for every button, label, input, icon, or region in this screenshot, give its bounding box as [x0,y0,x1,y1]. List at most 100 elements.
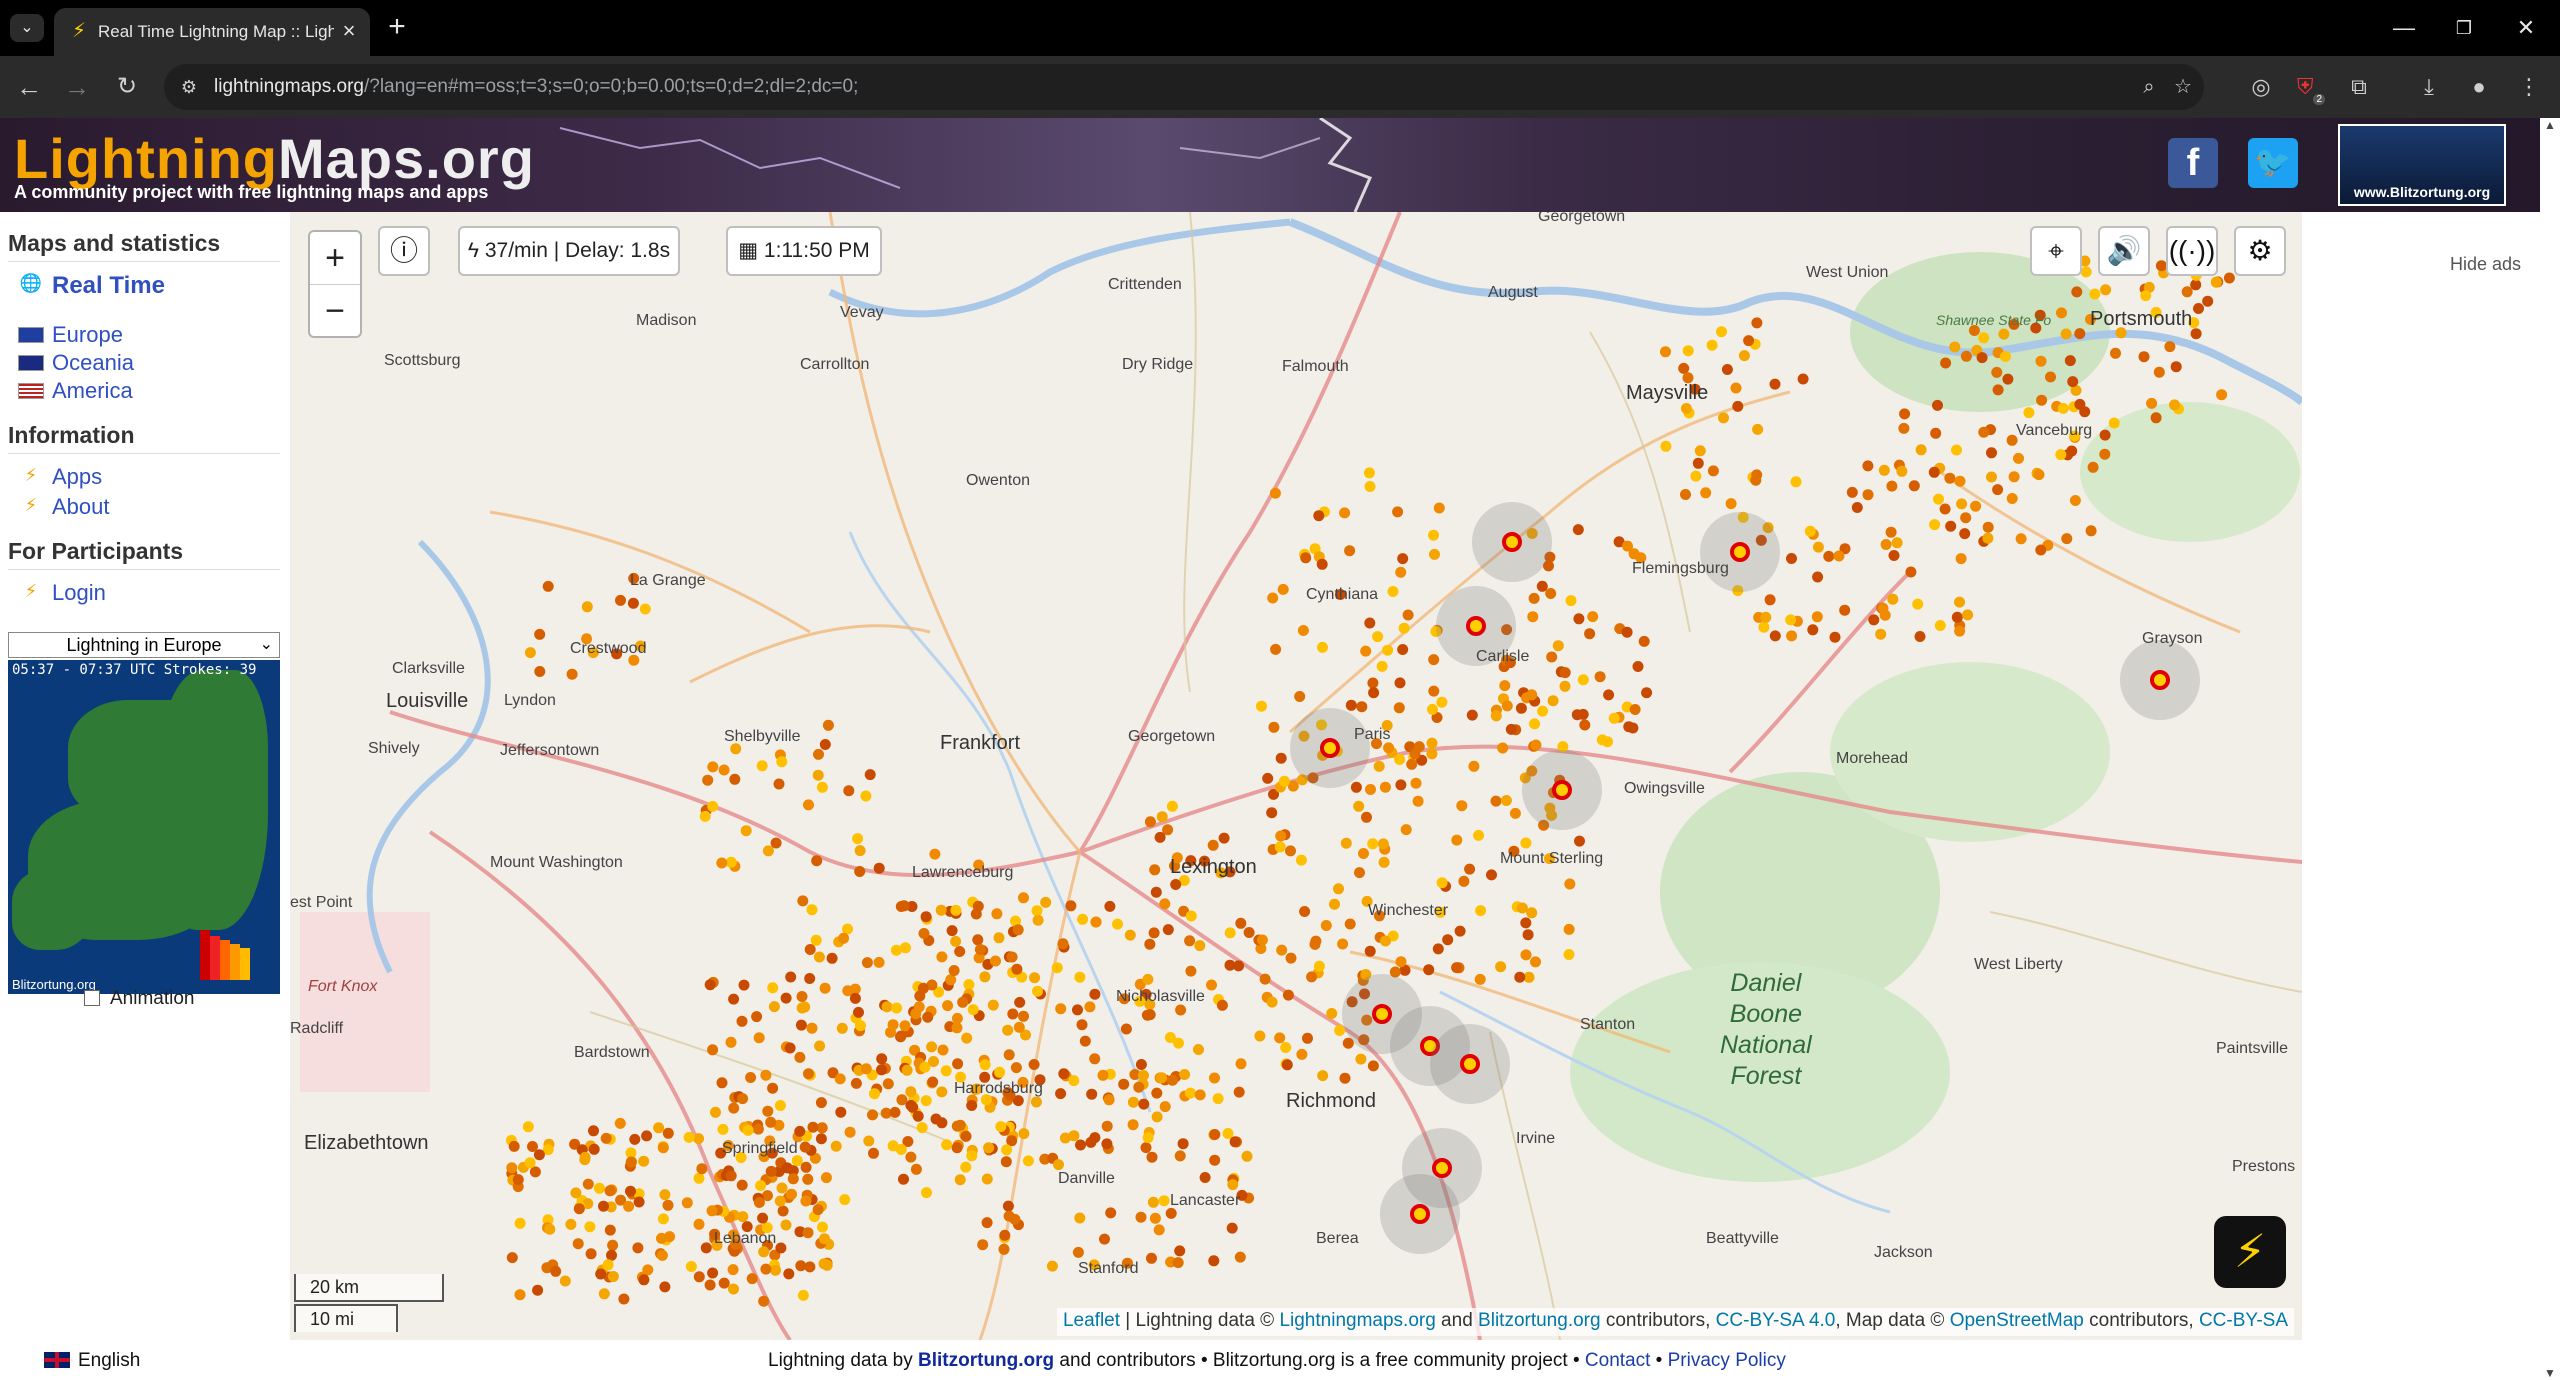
sidebar-item-about[interactable]: About [52,494,110,520]
language-switcher[interactable]: English [44,1350,140,1372]
menu-kebab-icon[interactable]: ⋮ [2512,70,2546,104]
stroke-rate-box: ϟ 37/min | Delay: 1.8s [458,226,680,276]
europe-mini-map[interactable]: 05:37 - 07:37 UTC Strokes: 39 Blitzortun… [8,660,280,994]
strike-dot [1743,335,1755,347]
blitzortung-logo[interactable]: www.Blitzortung.org [2338,124,2506,206]
place-label: Crittenden [1108,276,1182,293]
tab-close-icon[interactable]: × [336,18,362,44]
blitzortung-link[interactable]: Blitzortung.org [1478,1310,1601,1331]
license-link[interactable]: CC-BY-SA [2199,1310,2288,1331]
sidebar-item-realtime[interactable]: Real Time [52,272,165,300]
sidebar-item-europe[interactable]: Europe [52,322,123,348]
strike-dot [785,971,797,983]
strike-dot [936,951,948,963]
strike-dot [896,1094,908,1106]
profile-avatar[interactable]: ● [2462,70,2496,104]
locate-button[interactable]: ⌖ [2030,226,2082,276]
strike-dot [728,993,740,1005]
strike-dot [1046,1260,1058,1272]
address-bar[interactable]: ⚙ lightningmaps.org/?lang=en#m=oss;t=3;s… [164,64,2204,110]
page-scrollbar[interactable]: ▲ ▼ [2540,118,2560,1380]
forward-button[interactable]: → [60,70,94,104]
tab-list-button[interactable]: ⌄ [10,14,44,42]
back-button[interactable]: ← [12,70,46,104]
privacy-link[interactable]: Privacy Policy [1668,1350,1786,1371]
strike-dot [781,1162,793,1174]
stations-button[interactable]: ((·)) [2166,226,2218,276]
extensions-puzzle-icon[interactable]: ⧉ [2342,70,2376,104]
extension-ublock-icon[interactable]: ⛨2 [2294,70,2328,105]
strike-dot [797,895,809,907]
sidebar-item-apps[interactable]: Apps [52,464,102,490]
facebook-icon[interactable]: f [2168,138,2218,188]
strike-dot [1678,362,1690,374]
strike-dot [1530,956,1541,968]
strike-dot [693,1172,705,1184]
place-label: Vanceburg [2016,422,2093,439]
license-link[interactable]: CC-BY-SA 4.0 [1716,1310,1836,1331]
app-lightning-button[interactable]: ⚡ [2214,1216,2286,1288]
strike-dot [550,1265,562,1277]
browser-toolbar: ← → ↻ ⚙ lightningmaps.org/?lang=en#m=oss… [0,56,2560,118]
contact-link[interactable]: Contact [1585,1350,1650,1371]
strike-dot [936,1086,948,1098]
browser-tab-active[interactable]: ⚡ Real Time Lightning Map :: Lightning × [54,8,370,56]
strike-dot [1944,472,1956,484]
strike-dot [662,1199,674,1211]
sidebar-item-oceania[interactable]: Oceania [52,350,134,376]
zoom-out-button[interactable]: − [310,284,360,336]
close-window-button[interactable]: ✕ [2506,10,2546,46]
lightningmaps-link[interactable]: Lightningmaps.org [1279,1310,1435,1331]
strike-dot [742,1124,754,1136]
strike-dot [1716,326,1727,338]
place-label: Portsmouth [2090,308,2193,330]
info-button[interactable]: ⓘ [378,226,430,276]
sound-button[interactable]: 🔊 [2098,226,2150,276]
strike-dot [1970,500,1982,512]
strike-dot [1397,553,1409,565]
download-icon[interactable]: ⤓ [2412,70,2446,104]
hide-ads-link[interactable]: Hide ads [2450,254,2521,275]
twitter-icon[interactable]: 🐦 [2248,138,2298,188]
minimize-button[interactable]: — [2384,10,2424,46]
strike-dot [1577,674,1589,686]
sidebar-item-america[interactable]: America [52,378,133,404]
strike-dot [1797,373,1809,385]
strike-dot [1218,832,1230,844]
strike-dot [2193,303,2204,314]
sidebar-item-login[interactable]: Login [52,580,106,606]
strike-dot [1194,940,1206,952]
place-label: Paintsville [2216,1040,2289,1057]
zoom-icon[interactable]: ⌕ [2136,74,2162,100]
strike-dot [993,932,1005,944]
strike-dot [1334,1025,1346,1036]
strike-dot [1632,661,1644,672]
animation-checkbox[interactable]: Animation [84,988,195,1010]
strike-dot [524,647,536,659]
reload-button[interactable]: ↻ [110,70,144,104]
strike-dot [895,901,907,912]
strike-dot [1760,611,1772,623]
sidebar-heading-information: Information [8,422,280,454]
zoom-in-button[interactable]: + [310,232,360,284]
site-info-icon[interactable]: ⚙ [178,76,200,98]
lightning-icon: ϟ [467,239,485,262]
restore-button[interactable]: ❐ [2444,10,2484,46]
strike-dot [783,1268,795,1280]
settings-button[interactable]: ⚙ [2234,226,2286,276]
osm-link[interactable]: OpenStreetMap [1950,1310,2084,1331]
new-tab-button[interactable]: + [380,12,414,44]
strike-dot [1003,1210,1015,1222]
bookmark-star-icon[interactable]: ☆ [2170,74,2196,100]
blitzortung-footer-link[interactable]: Blitzortung.org [918,1350,1054,1371]
region-select[interactable]: Lightning in Europe ⌄ [8,632,280,658]
url-text[interactable]: lightningmaps.org/?lang=en#m=oss;t=3;s=0… [214,76,858,98]
leaflet-link[interactable]: Leaflet [1063,1310,1120,1331]
strike-dot [1887,593,1899,605]
strike-dot [954,1174,966,1186]
strike-dot [1406,758,1418,770]
extension-glasses-icon[interactable]: ◎ [2244,70,2278,104]
strike-dot [928,1056,939,1067]
strike-dot [1142,973,1154,985]
lightning-map[interactable]: Georgetown West Union Portsmouth August … [290,212,2302,1340]
